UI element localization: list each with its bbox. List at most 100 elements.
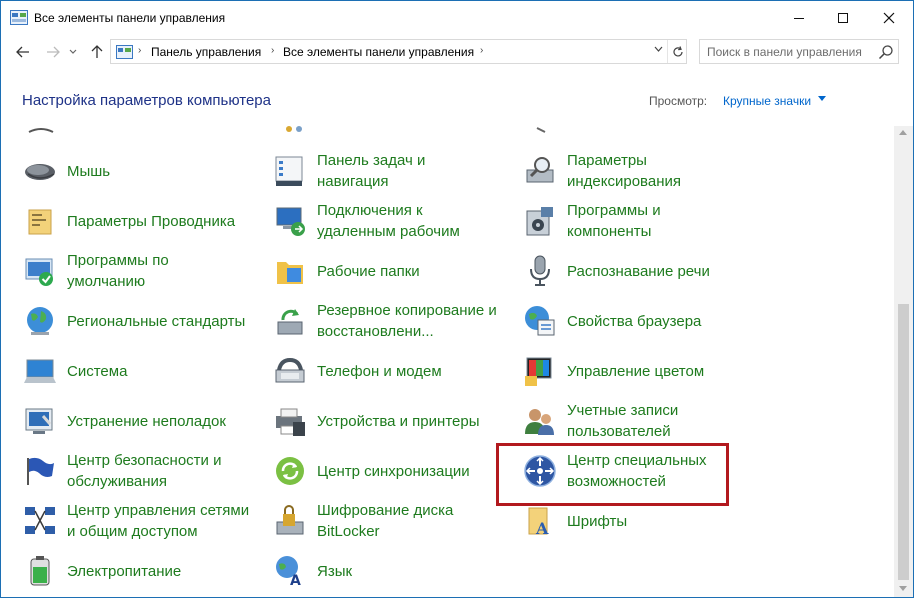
item-region[interactable]: Региональные стандарты [23,296,253,346]
item-color-management[interactable]: Управление цветом [523,346,753,396]
highlight-box [496,443,729,506]
search-icon[interactable] [878,44,894,60]
search-placeholder: Поиск в панели управления [707,45,862,59]
item-remote-desktop[interactable]: Подключения к удаленным рабочим [273,196,503,246]
maximize-icon [838,13,848,23]
item-label: Учетные записи пользователей [567,402,679,440]
refresh-icon [672,45,683,56]
language-icon: A [276,556,301,588]
partial-item-icon [28,128,54,133]
up-button[interactable] [87,43,107,61]
security-flag-icon [27,457,54,485]
item-phone-modem[interactable]: Телефон и модем [273,346,503,396]
battery-icon [30,556,50,586]
bitlocker-icon [276,505,304,535]
region-globe-icon [27,307,53,335]
item-label: Шифрование диска BitLocker [317,502,454,540]
item-bitlocker[interactable]: Шифрование диска BitLocker [273,496,503,546]
close-icon [883,12,895,24]
page-title: Настройка параметров компьютера [22,92,271,109]
svg-text:A: A [290,573,301,588]
item-label: Телефон и модем [317,362,442,380]
item-label: Панель задач и навигация [317,152,426,190]
breadcrumb-all-items[interactable]: Все элементы панели управления [283,45,474,59]
item-label: Управление цветом [567,362,705,380]
item-label: Электропитание [67,562,182,580]
item-security-maintenance[interactable]: Центр безопасности и обслуживания [23,446,253,496]
backup-icon [277,309,303,335]
address-bar[interactable]: › Панель управления › Все элементы панел… [110,39,687,64]
item-label: Центр синхронизации [317,462,470,480]
item-work-folders[interactable]: Рабочие папки [273,246,503,296]
item-backup-restore[interactable]: Резервное копирование и восстановлени... [273,296,513,346]
troubleshooting-icon [25,408,53,434]
item-label: Программы по умолчанию [67,252,169,290]
item-internet-options[interactable]: Свойства браузера [523,296,753,346]
item-speech-recognition[interactable]: Распознавание речи [523,246,753,296]
up-arrow-icon [91,45,103,58]
vertical-scrollbar[interactable] [894,126,913,597]
scroll-down-icon[interactable] [899,586,907,591]
chevron-right-icon[interactable]: › [480,45,483,56]
items-grid: Мышь Параметры Проводника Программы по у… [1,126,894,597]
default-programs-icon [25,258,53,286]
view-by-dropdown[interactable]: Крупные значки [723,94,811,108]
item-language[interactable]: A Язык [273,546,503,596]
item-user-accounts[interactable]: Учетные записи пользователей [523,396,753,446]
item-indexing-options[interactable]: Параметры индексирования [523,146,753,196]
item-label: Подключения к удаленным рабочим [317,202,460,240]
chevron-right-icon[interactable]: › [271,45,274,56]
item-power-options[interactable]: Электропитание [23,546,253,596]
chevron-right-icon[interactable]: › [138,45,141,56]
item-label: Центр безопасности и обслуживания [67,452,222,490]
scroll-thumb[interactable] [898,304,909,580]
item-default-programs[interactable]: Программы по умолчанию [23,246,253,296]
chevron-down-icon[interactable] [818,96,826,101]
item-programs-features[interactable]: Программы и компоненты [523,196,753,246]
back-button[interactable] [13,43,33,61]
minimize-icon [794,17,804,19]
work-folders-icon [277,262,303,284]
title-bar[interactable]: Все элементы панели управления [1,1,913,35]
item-label: Рабочие папки [317,262,420,280]
search-input[interactable]: Поиск в панели управления [699,39,899,64]
mouse-icon [25,164,55,180]
close-button[interactable] [866,1,912,35]
item-troubleshooting[interactable]: Устранение неполадок [23,396,253,446]
user-accounts-icon [525,409,554,435]
refresh-button[interactable] [667,40,687,63]
minimize-button[interactable] [776,1,822,35]
item-taskbar-navigation[interactable]: Панель задач и навигация [273,146,503,196]
printer-icon [276,408,305,436]
recent-locations-button[interactable] [63,43,83,61]
breadcrumb-control-panel[interactable]: Панель управления [151,45,261,59]
item-label: Параметры индексирования [567,152,681,190]
chevron-down-icon[interactable] [654,46,663,53]
item-devices-printers[interactable]: Устройства и принтеры [273,396,503,446]
navigation-bar: › Панель управления › Все элементы панел… [1,35,913,69]
maximize-button[interactable] [820,1,866,35]
item-label: Мышь [67,162,111,180]
item-mouse[interactable]: Мышь [23,146,253,196]
svg-text:A: A [535,519,549,538]
system-monitor-icon [24,359,56,383]
item-system[interactable]: Система [23,346,253,396]
item-label: Резервное копирование и восстановлени... [317,302,497,340]
item-network-sharing[interactable]: Центр управления сетями и общим доступом [23,496,263,546]
item-label: Программы и компоненты [567,202,661,240]
item-label: Параметры Проводника [67,212,236,230]
view-by-label: Просмотр: [649,94,708,108]
partial-item-icon [286,126,302,132]
microphone-icon [530,255,550,286]
item-label: Устройства и принтеры [317,412,480,430]
folder-options-icon [28,209,52,235]
item-sync-center[interactable]: Центр синхронизации [273,446,503,496]
taskbar-icon [275,156,303,186]
forward-button[interactable] [43,43,63,61]
item-label: Язык [317,562,353,580]
item-folder-options[interactable]: Параметры Проводника [23,196,253,246]
scroll-up-icon[interactable] [899,130,907,135]
control-panel-icon [10,10,28,25]
internet-options-icon [525,306,555,336]
window-title: Все элементы панели управления [34,11,226,25]
